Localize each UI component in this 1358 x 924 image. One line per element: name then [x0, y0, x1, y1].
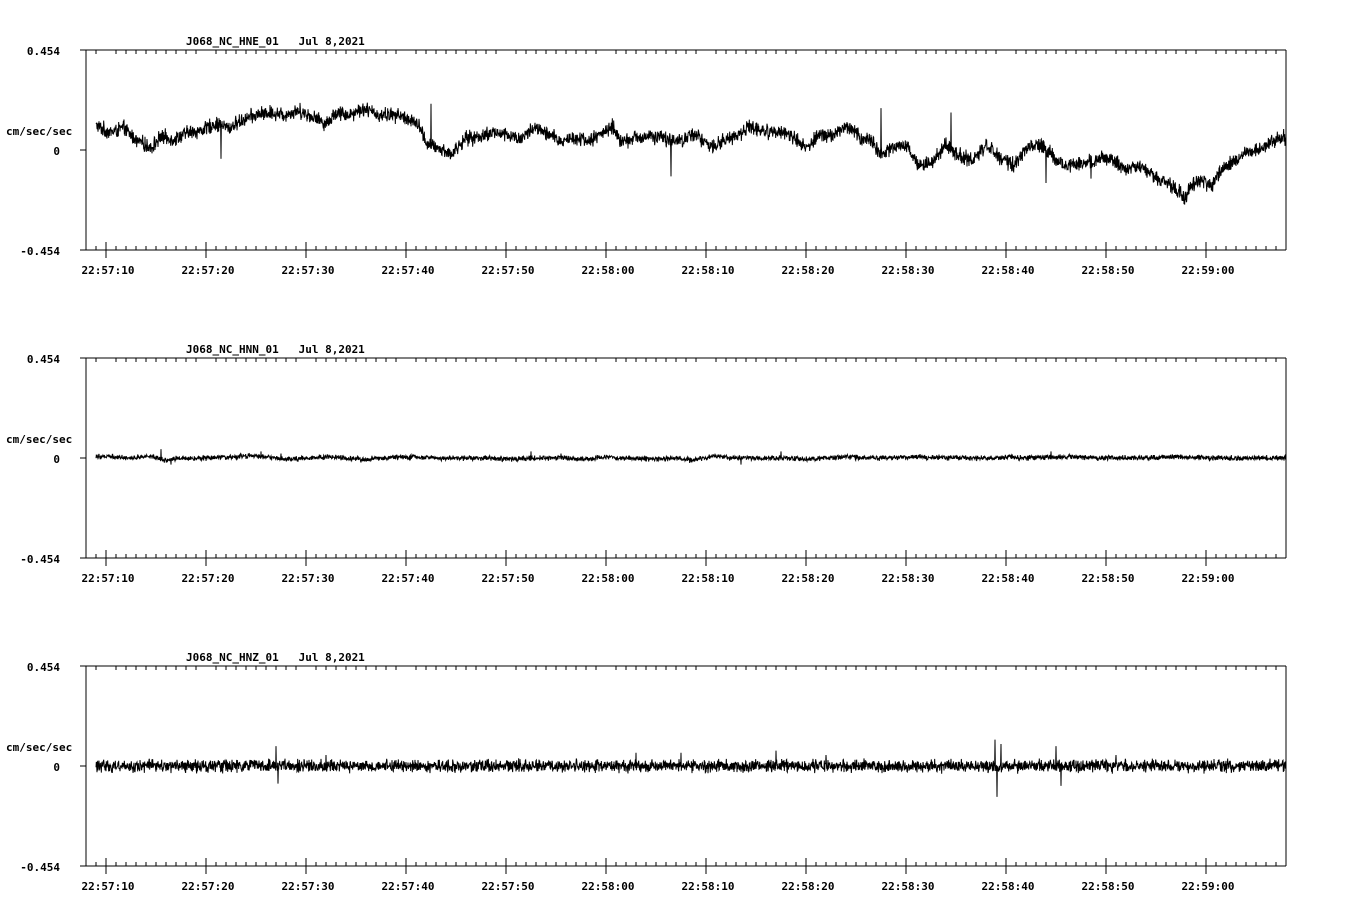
x-tick-label: 22:58:10	[682, 264, 735, 277]
y-tick-bottom: -0.454	[20, 553, 60, 566]
y-axis-label: cm/sec/sec	[6, 741, 72, 754]
x-tick-label: 22:58:20	[782, 572, 835, 585]
x-tick-label: 22:57:50	[482, 572, 535, 585]
x-tick-label: 22:58:40	[982, 264, 1035, 277]
x-tick-label: 22:57:10	[82, 880, 135, 893]
x-tick-label: 22:58:50	[1082, 572, 1135, 585]
chart-title: J068_NC_HNN_01 Jul 8,2021	[186, 343, 365, 356]
x-tick-label: 22:58:50	[1082, 264, 1135, 277]
chart-title: J068_NC_HNZ_01 Jul 8,2021	[186, 651, 365, 664]
x-tick-label: 22:59:00	[1182, 264, 1235, 277]
y-tick-top: 0.454	[27, 353, 60, 366]
seismogram-figure: J068_NC_HNE_01 Jul 8,2021 0.454 cm/sec/s…	[0, 0, 1358, 924]
x-tick-label: 22:57:50	[482, 264, 535, 277]
x-tick-label: 22:58:50	[1082, 880, 1135, 893]
x-tick-label: 22:58:30	[882, 572, 935, 585]
x-tick-label: 22:57:10	[82, 572, 135, 585]
x-tick-label: 22:57:40	[382, 264, 435, 277]
x-tick-label: 22:58:10	[682, 572, 735, 585]
y-axis-label: cm/sec/sec	[6, 125, 72, 138]
x-tick-label: 22:58:30	[882, 880, 935, 893]
x-tick-label: 22:59:00	[1182, 572, 1235, 585]
x-tick-label: 22:58:40	[982, 572, 1035, 585]
y-tick-top: 0.454	[27, 45, 60, 58]
y-tick-zero: 0	[53, 761, 60, 774]
y-tick-bottom: -0.454	[20, 861, 60, 874]
y-tick-zero: 0	[53, 145, 60, 158]
y-tick-top: 0.454	[27, 661, 60, 674]
chart-title: J068_NC_HNE_01 Jul 8,2021	[186, 35, 365, 48]
x-tick-label: 22:57:30	[282, 880, 335, 893]
x-tick-label: 22:57:40	[382, 880, 435, 893]
x-tick-label: 22:58:30	[882, 264, 935, 277]
x-tick-label: 22:57:20	[182, 264, 235, 277]
x-tick-label: 22:58:40	[982, 880, 1035, 893]
x-tick-label: 22:58:10	[682, 880, 735, 893]
x-tick-label: 22:58:00	[582, 572, 635, 585]
y-tick-zero: 0	[53, 453, 60, 466]
x-tick-label: 22:57:10	[82, 264, 135, 277]
y-axis-label: cm/sec/sec	[6, 433, 72, 446]
y-tick-bottom: -0.454	[20, 245, 60, 258]
x-tick-label: 22:57:40	[382, 572, 435, 585]
x-tick-label: 22:58:00	[582, 880, 635, 893]
x-tick-label: 22:57:50	[482, 880, 535, 893]
x-tick-label: 22:57:30	[282, 264, 335, 277]
x-tick-label: 22:57:30	[282, 572, 335, 585]
x-tick-label: 22:58:00	[582, 264, 635, 277]
x-tick-label: 22:57:20	[182, 572, 235, 585]
x-tick-label: 22:57:20	[182, 880, 235, 893]
x-tick-label: 22:59:00	[1182, 880, 1235, 893]
x-tick-label: 22:58:20	[782, 880, 835, 893]
x-tick-label: 22:58:20	[782, 264, 835, 277]
